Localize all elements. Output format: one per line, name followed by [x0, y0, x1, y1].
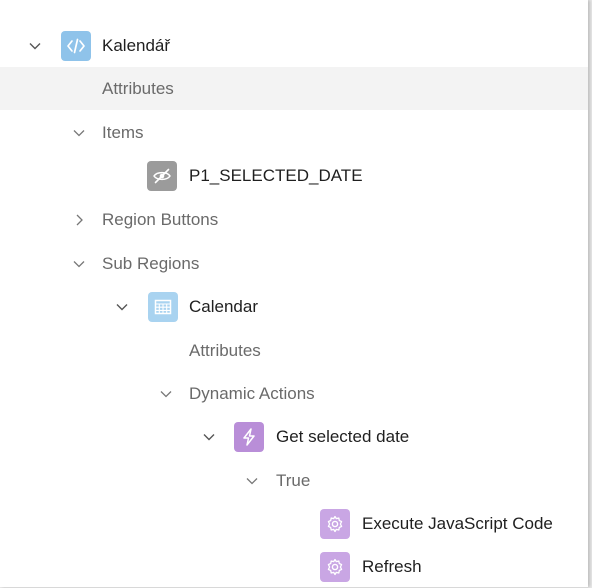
- tree-node-dynamic-actions[interactable]: Dynamic Actions: [0, 372, 588, 415]
- tree-node-label: True: [276, 470, 311, 490]
- gear-action-icon: [320, 508, 350, 539]
- chevron-down-icon[interactable]: [25, 36, 45, 56]
- tree-node-label: Attributes: [102, 78, 174, 98]
- chevron-down-icon[interactable]: [112, 297, 132, 317]
- chevron-down-icon[interactable]: [242, 471, 262, 491]
- tree-node-region-buttons[interactable]: Region Buttons: [0, 198, 588, 241]
- tree-node-label: Sub Regions: [102, 253, 200, 273]
- hidden-item-icon: [147, 160, 177, 191]
- tree-node-label: Region Buttons: [102, 209, 219, 229]
- chevron-down-icon[interactable]: [156, 384, 176, 404]
- lightning-icon: [234, 421, 264, 452]
- tree-node-label: Attributes: [189, 340, 261, 360]
- tree-node-label: Dynamic Actions: [189, 383, 315, 403]
- tree-node-execute-javascript-code[interactable]: Execute JavaScript Code: [0, 502, 588, 545]
- gear-action-icon: [320, 551, 350, 582]
- tree-node-label: Kalendář: [102, 35, 171, 55]
- tree-node-items[interactable]: Items: [0, 111, 588, 154]
- chevron-down-icon[interactable]: [69, 123, 89, 143]
- calendar-region-icon: [148, 291, 178, 322]
- chevron-down-icon[interactable]: [69, 254, 89, 274]
- chevron-down-icon[interactable]: [199, 427, 219, 447]
- tree-node-p1-selected-date[interactable]: P1_SELECTED_DATE: [0, 154, 588, 197]
- tree-node-calendar-attributes[interactable]: Attributes: [0, 329, 588, 372]
- tree-node-label: Calendar: [189, 296, 258, 316]
- tree-node-label: Refresh: [362, 556, 422, 576]
- tree-panel: Kalendář Attributes Items P1_SELECTED_DA…: [0, 0, 588, 587]
- tree-node-get-selected-date[interactable]: Get selected date: [0, 415, 588, 458]
- tree-node-kalendar[interactable]: Kalendář: [0, 24, 588, 67]
- tree-node-label: Get selected date: [276, 426, 410, 446]
- tree-node-label: P1_SELECTED_DATE: [189, 165, 363, 185]
- code-region-icon: [61, 30, 91, 61]
- tree-node-attributes[interactable]: Attributes: [0, 67, 588, 110]
- tree-node-calendar[interactable]: Calendar: [0, 285, 588, 328]
- tree-node-refresh[interactable]: Refresh: [0, 545, 588, 588]
- tree-node-label: Execute JavaScript Code: [362, 513, 553, 533]
- chevron-right-icon[interactable]: [69, 210, 89, 230]
- tree-node-sub-regions[interactable]: Sub Regions: [0, 242, 588, 285]
- tree-node-label: Items: [102, 122, 144, 142]
- tree-node-true[interactable]: True: [0, 459, 588, 502]
